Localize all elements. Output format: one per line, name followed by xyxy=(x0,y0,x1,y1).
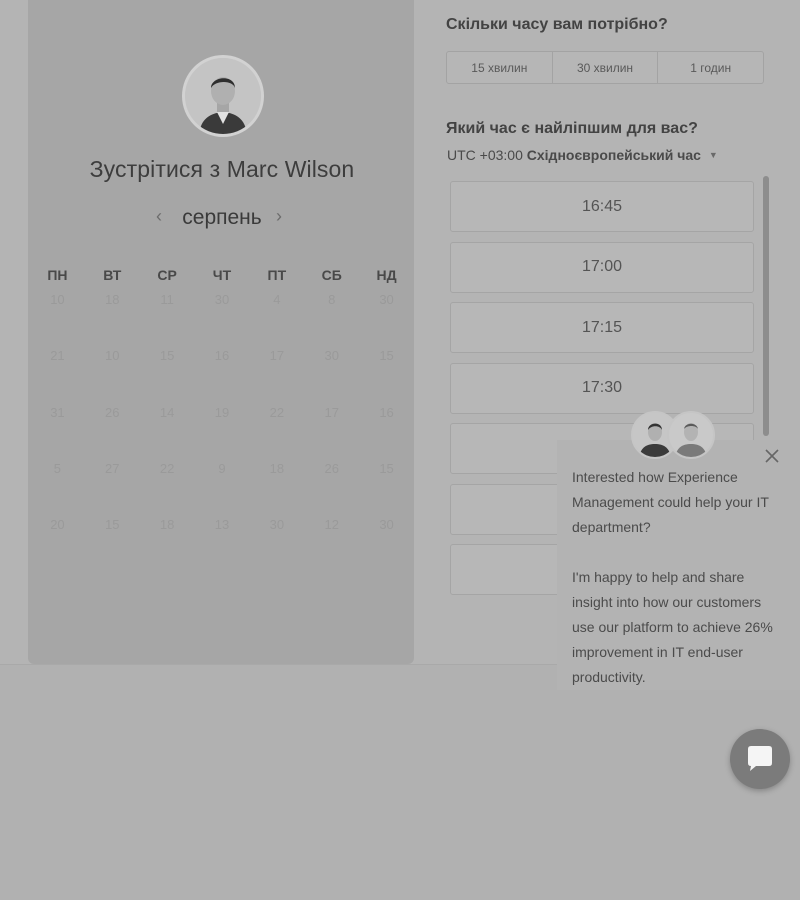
time-heading: Який час є найліпшим для вас? xyxy=(446,120,698,137)
calendar-day: 4 xyxy=(273,292,281,307)
chat-message-paragraph: Interested how Experience Management cou… xyxy=(572,469,769,535)
calendar-day: 10 xyxy=(105,348,120,364)
calendar-day-grid: 10 18 11 30 4 8 30 21 10 15 16 17 30 15 … xyxy=(30,292,414,573)
calendar-day: 30 xyxy=(269,517,285,533)
weekday-label: ПН xyxy=(47,267,68,283)
month-label: серпень xyxy=(182,206,262,229)
calendar-day: 9 xyxy=(218,460,226,476)
calendar-day: 30 xyxy=(214,292,230,307)
meeting-title: Зустрітися з Marc Wilson xyxy=(89,156,355,182)
weekday-label: СБ xyxy=(321,267,342,283)
month-navigation: ‹ серпень › xyxy=(0,204,444,234)
calendar-day: 27 xyxy=(105,460,120,476)
calendar-day: 10 xyxy=(50,292,65,307)
host-avatar xyxy=(185,58,261,134)
calendar-day: 14 xyxy=(159,404,175,420)
chevron-left-icon[interactable]: ‹ xyxy=(156,206,162,227)
time-slot-scrollbar[interactable] xyxy=(763,176,769,436)
agent-avatar-image xyxy=(669,413,713,457)
calendar-day: 15 xyxy=(105,517,120,533)
calendar-day: 20 xyxy=(50,517,65,533)
agent-avatar xyxy=(667,411,715,459)
chat-message-paragraph: I'm happy to help and share insight into… xyxy=(572,569,773,685)
calendar-day: 16 xyxy=(379,404,394,420)
caret-down-icon: ▼ xyxy=(708,150,718,160)
weekday-label: НД xyxy=(376,267,397,283)
calendar-day: 13 xyxy=(214,517,230,533)
calendar-day: 18 xyxy=(159,517,175,533)
chat-agents xyxy=(631,411,715,461)
weekday-label: СР xyxy=(157,267,177,283)
calendar-day: 31 xyxy=(50,404,65,420)
calendar-day: 26 xyxy=(105,404,120,420)
calendar-day: 15 xyxy=(159,348,175,364)
weekday-label: ПТ xyxy=(267,267,287,283)
calendar-day: 30 xyxy=(379,517,394,533)
timezone-name: Східноєвропейський час xyxy=(526,147,701,163)
calendar-day: 26 xyxy=(324,460,339,476)
close-icon[interactable] xyxy=(763,447,781,465)
duration-option-30[interactable]: 30 хвилин xyxy=(553,52,659,83)
duration-option-60[interactable]: 1 годин xyxy=(658,52,763,83)
calendar-day: 30 xyxy=(324,348,339,364)
calendar-day: 21 xyxy=(50,348,65,364)
calendar-day: 18 xyxy=(269,460,285,476)
chat-launcher-button[interactable] xyxy=(730,729,790,789)
chat-bubble-icon xyxy=(748,746,772,771)
weekday-label: ВТ xyxy=(103,267,122,283)
calendar-day: 15 xyxy=(379,348,394,364)
host-avatar-image xyxy=(185,58,261,134)
chat-message: Interested how Experience Management cou… xyxy=(572,465,777,690)
timezone-selector[interactable]: UTC +03:00 Східноєвропейський час ▼ xyxy=(447,147,718,163)
duration-option-15[interactable]: 15 хвилин xyxy=(447,52,553,83)
calendar-day: 12 xyxy=(324,517,339,533)
weekday-label: ЧТ xyxy=(212,267,232,283)
calendar-day: 16 xyxy=(214,348,230,364)
calendar-day: 5 xyxy=(53,460,62,476)
calendar-day: 17 xyxy=(269,348,285,364)
calendar-day: 30 xyxy=(379,292,394,307)
timezone-offset: UTC +03:00 xyxy=(447,147,523,163)
duration-heading: Скільки часу вам потрібно? xyxy=(446,16,668,33)
time-slot[interactable]: 17:15 xyxy=(450,302,754,353)
calendar-day: 19 xyxy=(214,404,230,420)
weekday-header: ПН ВТ СР ЧТ ПТ СБ НД xyxy=(30,267,414,283)
time-slot[interactable]: 16:45 xyxy=(450,181,754,232)
chat-popup: Interested how Experience Management cou… xyxy=(557,440,800,690)
calendar-day: 15 xyxy=(379,460,394,476)
calendar-day: 11 xyxy=(160,292,174,307)
calendar-day: 22 xyxy=(269,404,285,420)
chevron-right-icon[interactable]: › xyxy=(276,206,282,227)
time-slot[interactable]: 17:30 xyxy=(450,362,754,414)
calendar-day: 8 xyxy=(328,292,336,307)
calendar-day: 22 xyxy=(159,460,175,476)
duration-selector: 15 хвилин 30 хвилин 1 годин xyxy=(446,51,764,84)
calendar-day: 18 xyxy=(105,292,120,307)
calendar-day: 17 xyxy=(324,404,339,420)
time-slot[interactable]: 17:00 xyxy=(450,241,754,293)
